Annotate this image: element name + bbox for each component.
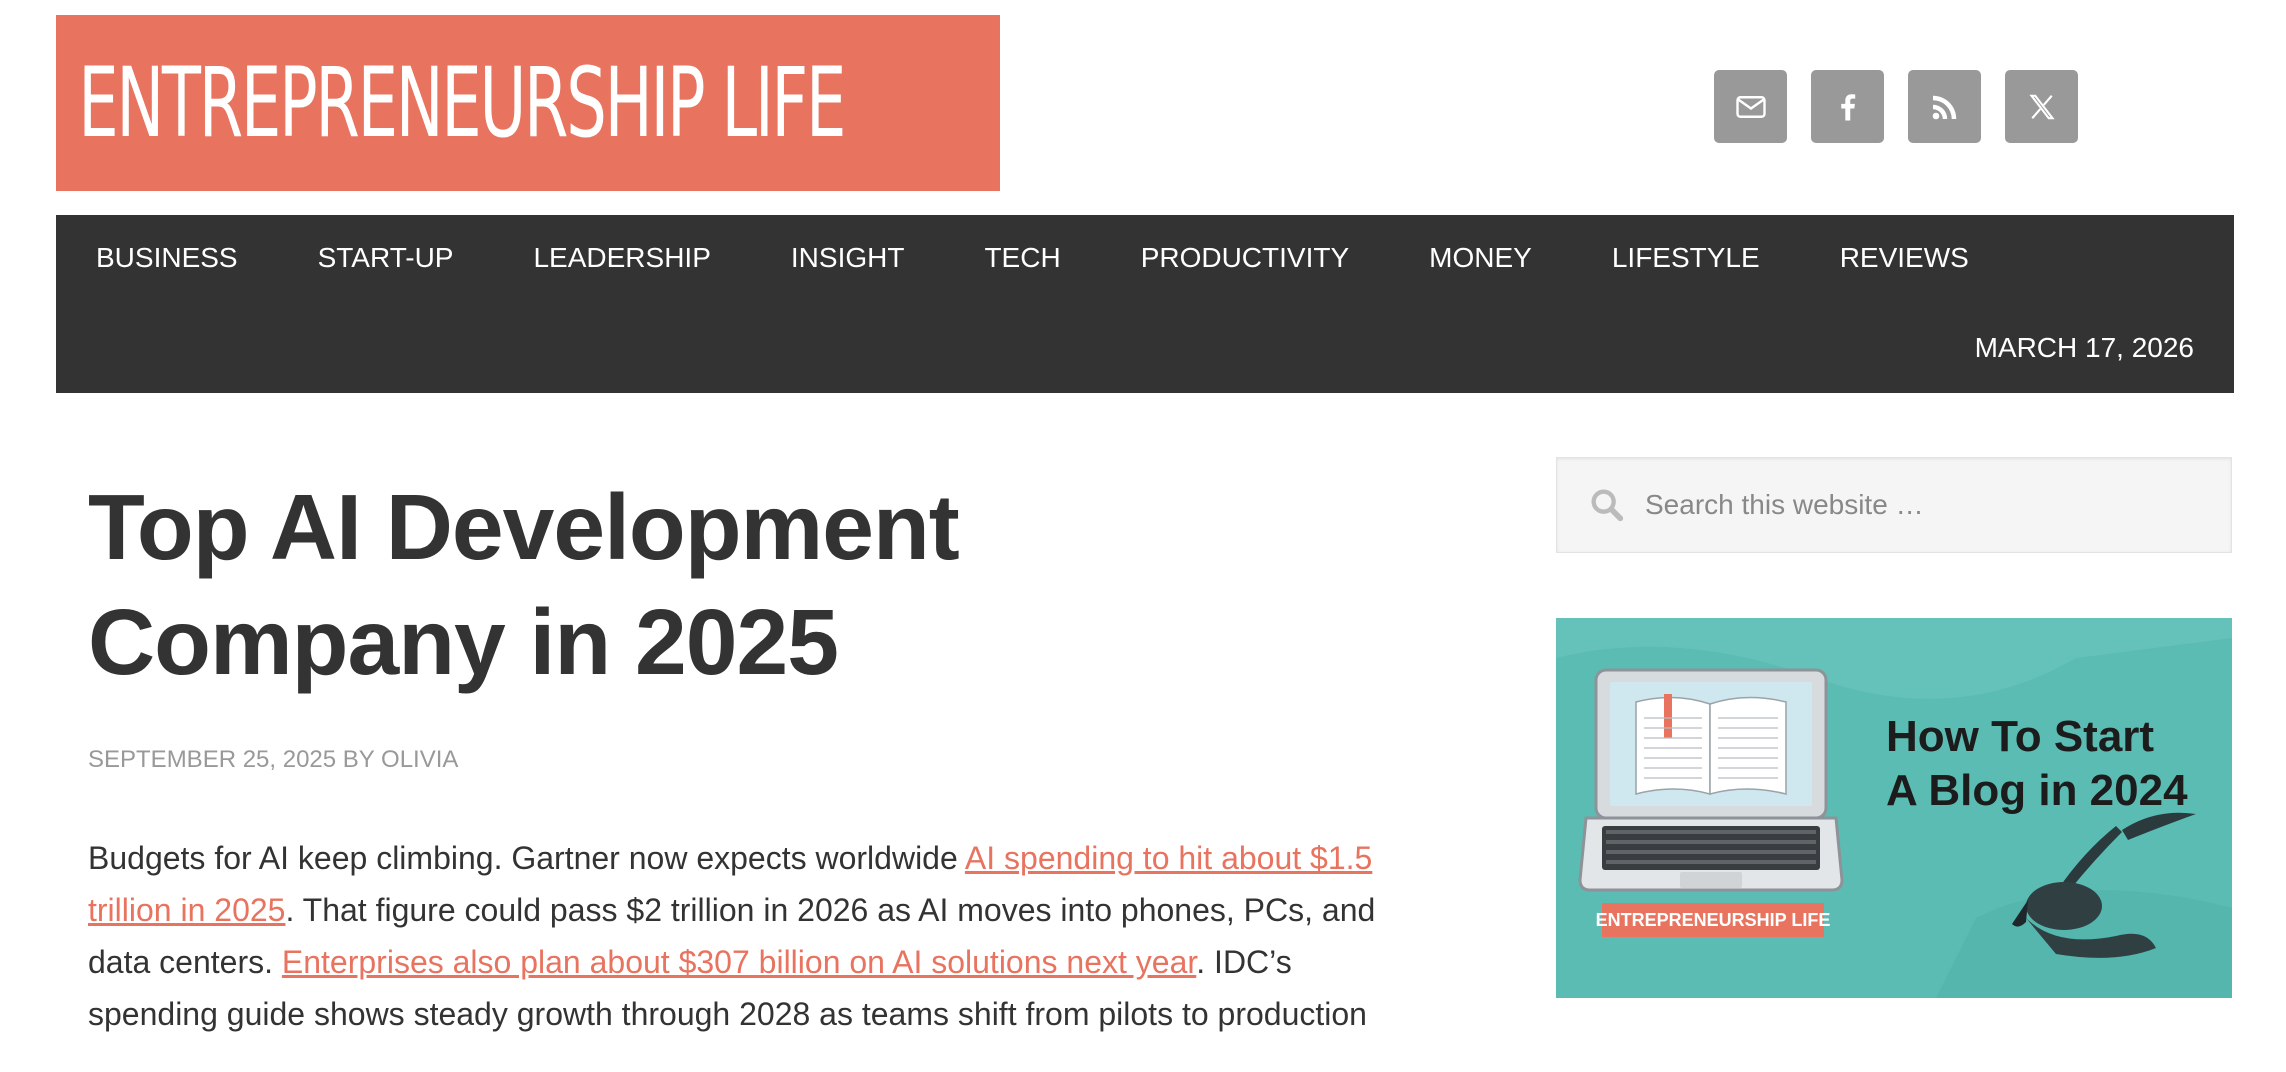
- nav-item-start-up[interactable]: START-UP: [318, 242, 454, 274]
- article-title-line-1: Top AI Development: [88, 475, 960, 579]
- nav-menu: BUSINESS START-UP LEADERSHIP INSIGHT TEC…: [96, 242, 2049, 274]
- nav-item-leadership[interactable]: LEADERSHIP: [533, 242, 710, 274]
- nav-item-money[interactable]: MONEY: [1429, 242, 1532, 274]
- site-logo[interactable]: ENTREPRENEURSHIP LIFE: [56, 15, 1000, 191]
- site-logo-text: ENTREPRENEURSHIP LIFE: [78, 47, 846, 159]
- rss-button[interactable]: [1908, 70, 1981, 143]
- nav-item-productivity[interactable]: PRODUCTIVITY: [1141, 242, 1349, 274]
- laptop-icon: [1578, 668, 1844, 892]
- nav-item-insight[interactable]: INSIGHT: [791, 242, 905, 274]
- article-meta: SEPTEMBER 25, 2025 BY OLIVIA: [88, 746, 459, 773]
- email-button[interactable]: [1714, 70, 1787, 143]
- article-paragraph: Budgets for AI keep climbing. Gartner no…: [88, 832, 1428, 1040]
- paragraph-text: Budgets for AI keep climbing. Gartner no…: [88, 840, 965, 876]
- nav-item-business[interactable]: BUSINESS: [96, 242, 238, 274]
- search-input[interactable]: [1643, 488, 2207, 522]
- nav-item-lifestyle[interactable]: LIFESTYLE: [1612, 242, 1760, 274]
- nav-date: MARCH 17, 2026: [1974, 332, 2194, 363]
- article-title-line-2: Company in 2025: [88, 590, 839, 694]
- main-nav: BUSINESS START-UP LEADERSHIP INSIGHT TEC…: [56, 215, 2234, 393]
- facebook-icon: [1840, 93, 1855, 120]
- search-box: [1556, 457, 2232, 553]
- nav-item-reviews[interactable]: REVIEWS: [1840, 242, 1969, 274]
- enterprise-ai-link[interactable]: Enterprises also plan about $307 billion…: [282, 944, 1196, 980]
- x-twitter-button[interactable]: [2005, 70, 2078, 143]
- banner-title-line-2: A Blog in 2024: [1886, 766, 2188, 815]
- article: Top AI Development Company in 2025 SEPTE…: [88, 470, 1428, 1072]
- nav-item-tech[interactable]: TECH: [984, 242, 1060, 274]
- banner-title-line-1: How To Start: [1886, 712, 2155, 761]
- promo-banner[interactable]: How To Start A Blog in 2024 ENTREPRENEUR…: [1556, 618, 2232, 998]
- search-icon: [1591, 489, 1624, 522]
- x-twitter-icon: [2028, 94, 2055, 119]
- email-icon: [1735, 95, 1766, 118]
- social-links: [1714, 70, 2078, 143]
- banner-title: How To Start A Blog in 2024: [1886, 710, 2188, 818]
- rss-icon: [1932, 95, 1956, 119]
- banner-brand-tag: ENTREPRENEURSHIP LIFE: [1596, 903, 1830, 937]
- article-title[interactable]: Top AI Development Company in 2025: [88, 470, 1428, 700]
- facebook-button[interactable]: [1811, 70, 1884, 143]
